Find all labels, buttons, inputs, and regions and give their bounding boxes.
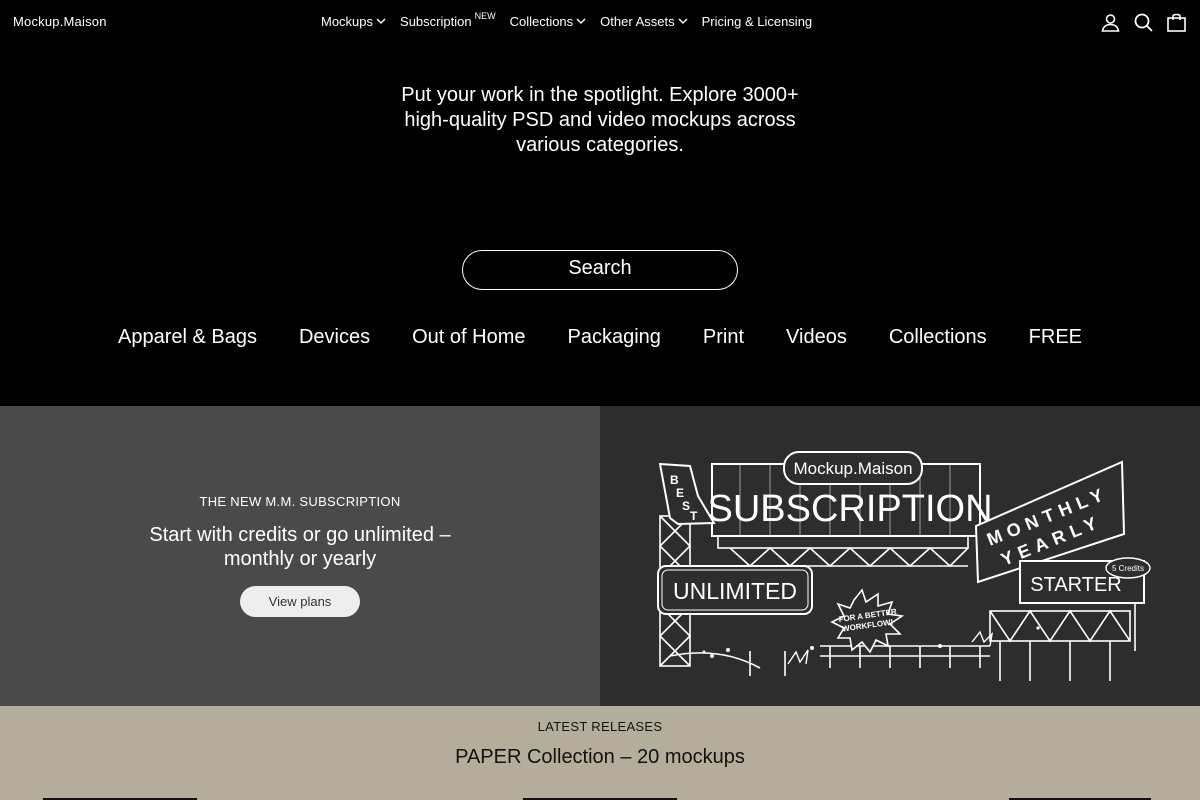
subscription-headline: SUBSCRIPTION bbox=[707, 488, 992, 530]
category-collections[interactable]: Collections bbox=[889, 326, 987, 349]
nav-collections[interactable]: Collections bbox=[510, 14, 587, 29]
new-badge: NEW bbox=[474, 11, 496, 21]
svg-text:B: B bbox=[670, 473, 679, 487]
svg-text:STARTER: STARTER bbox=[1030, 574, 1122, 596]
search-icon[interactable] bbox=[1133, 12, 1154, 33]
chevron-down-icon bbox=[576, 18, 586, 24]
hero-tagline: Put your work in the spotlight. Explore … bbox=[401, 84, 799, 156]
category-print[interactable]: Print bbox=[703, 326, 744, 349]
svg-text:E: E bbox=[676, 486, 684, 500]
chevron-down-icon bbox=[678, 18, 688, 24]
billboard-illustration: SUBSCRIPTION Mockup.Maison B E S T MONTH… bbox=[657, 451, 1151, 681]
header-icons bbox=[1100, 12, 1187, 33]
view-plans-button[interactable]: View plans bbox=[240, 586, 360, 617]
subscription-promo: THE NEW M.M. SUBSCRIPTION Start with cre… bbox=[0, 406, 600, 706]
nav-pricing-licensing[interactable]: Pricing & Licensing bbox=[702, 14, 813, 29]
subscription-illustration[interactable]: SUBSCRIPTION Mockup.Maison B E S T MONTH… bbox=[600, 406, 1200, 706]
cart-icon[interactable] bbox=[1166, 12, 1187, 33]
top-navigation: Mockup.Maison Mockups Subscription NEW C… bbox=[0, 0, 1200, 44]
svg-text:S: S bbox=[682, 499, 690, 513]
category-videos[interactable]: Videos bbox=[786, 326, 847, 349]
main-billboard: SUBSCRIPTION Mockup.Maison bbox=[707, 451, 993, 537]
unlimited-sign: UNLIMITED bbox=[657, 565, 813, 615]
nav-subscription[interactable]: Subscription NEW bbox=[400, 11, 496, 29]
category-devices[interactable]: Devices bbox=[299, 326, 370, 349]
subscription-title: Start with credits or go unlimited – mon… bbox=[149, 524, 451, 570]
svg-text:5 Credits: 5 Credits bbox=[1112, 564, 1144, 573]
nav-other-assets[interactable]: Other Assets bbox=[600, 14, 688, 29]
svg-text:UNLIMITED: UNLIMITED bbox=[673, 578, 797, 604]
category-apparel-bags[interactable]: Apparel & Bags bbox=[118, 326, 257, 349]
nav-pricing-label: Pricing & Licensing bbox=[701, 14, 813, 29]
site-logo[interactable]: Mockup.Maison bbox=[13, 14, 107, 29]
workflow-burst-badge: FOR A BETTER WORKFLOW! bbox=[830, 588, 905, 654]
svg-text:T: T bbox=[690, 509, 698, 523]
nav-collections-label: Collections bbox=[509, 14, 574, 29]
brand-label: Mockup.Maison bbox=[793, 459, 912, 478]
subscription-kicker: THE NEW M.M. SUBSCRIPTION bbox=[199, 494, 401, 509]
latest-kicker: LATEST RELEASES bbox=[537, 719, 663, 734]
main-nav: Mockups Subscription NEW Collections Oth… bbox=[321, 11, 826, 29]
chevron-down-icon bbox=[376, 18, 386, 24]
nav-mockups-label: Mockups bbox=[321, 14, 374, 29]
category-nav: Apparel & Bags Devices Out of Home Packa… bbox=[0, 326, 1200, 349]
category-packaging[interactable]: Packaging bbox=[568, 326, 661, 349]
latest-releases-section: LATEST RELEASES PAPER Collection – 20 mo… bbox=[0, 706, 1200, 800]
category-out-of-home[interactable]: Out of Home bbox=[412, 326, 525, 349]
nav-subscription-label: Subscription bbox=[400, 14, 472, 29]
best-arrow-sign: B E S T bbox=[658, 462, 716, 526]
account-icon[interactable] bbox=[1100, 12, 1121, 33]
starter-sign: STARTER 5 Credits bbox=[1019, 557, 1151, 604]
search-button[interactable]: Search bbox=[462, 250, 738, 290]
nav-other-assets-label: Other Assets bbox=[600, 14, 675, 29]
nav-mockups[interactable]: Mockups bbox=[321, 14, 386, 29]
category-free[interactable]: FREE bbox=[1029, 326, 1082, 349]
latest-title[interactable]: PAPER Collection – 20 mockups bbox=[0, 746, 1200, 769]
